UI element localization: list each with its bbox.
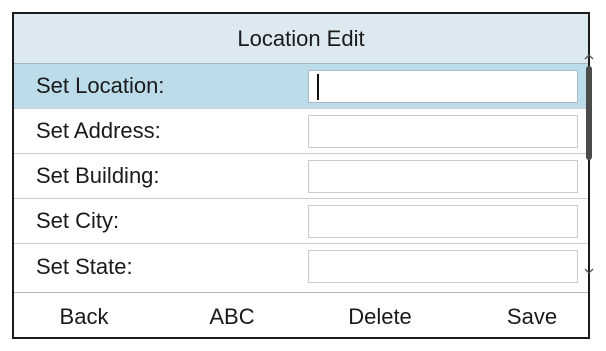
scrollbar-thumb[interactable]	[586, 66, 592, 160]
field-row-set-state[interactable]: Set State:	[14, 244, 588, 289]
abc-input-mode-button[interactable]: ABC	[172, 293, 292, 337]
save-button[interactable]: Save	[472, 293, 588, 337]
field-row-set-building[interactable]: Set Building:	[14, 154, 588, 199]
softkey-bar: Back ABC Delete Save	[14, 292, 588, 337]
city-input[interactable]	[308, 204, 578, 238]
scrollbar[interactable]	[582, 52, 596, 278]
field-row-set-city[interactable]: Set City:	[14, 199, 588, 244]
page-title: Location Edit	[14, 14, 588, 64]
chevron-up-icon[interactable]	[582, 52, 596, 64]
phone-screen: Location Edit Set Location: Set Address:…	[12, 12, 590, 339]
field-row-set-address[interactable]: Set Address:	[14, 109, 588, 154]
field-label: Set Address:	[36, 118, 161, 143]
field-label: Set Building:	[36, 163, 160, 188]
field-label: Set State:	[36, 253, 133, 279]
location-input[interactable]	[308, 69, 578, 103]
state-input[interactable]	[308, 250, 578, 283]
chevron-down-icon[interactable]	[582, 266, 596, 278]
delete-button[interactable]: Delete	[320, 293, 440, 337]
building-input[interactable]	[308, 159, 578, 193]
field-label: Set City:	[36, 208, 120, 233]
address-input[interactable]	[308, 114, 578, 148]
field-row-set-location[interactable]: Set Location:	[14, 64, 588, 109]
field-label: Set Location:	[36, 73, 165, 98]
text-cursor	[317, 74, 319, 100]
back-button[interactable]: Back	[24, 293, 144, 337]
field-list: Set Location: Set Address: Set Building:…	[14, 64, 588, 292]
